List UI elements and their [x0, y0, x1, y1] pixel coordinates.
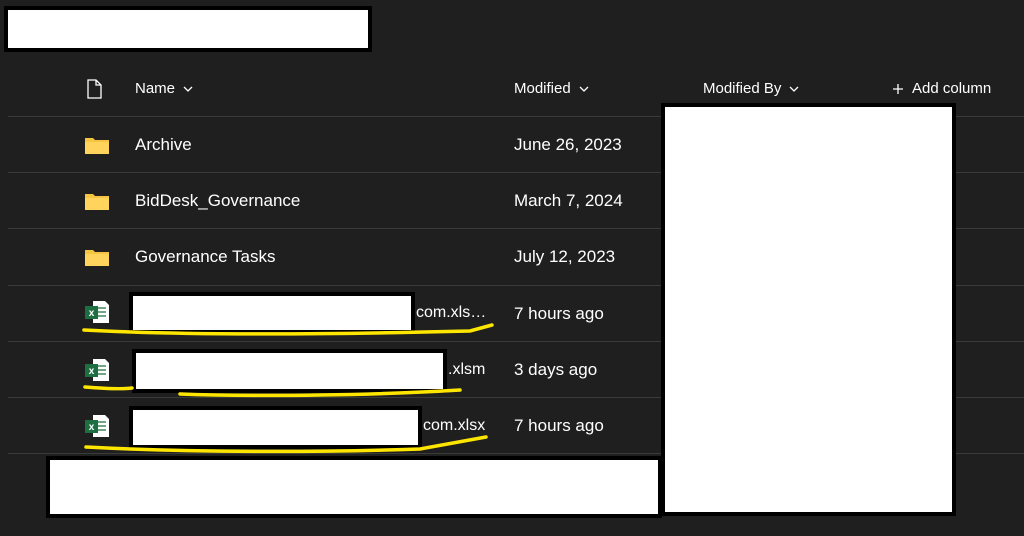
chevron-down-icon — [579, 86, 589, 92]
add-column-label: Add column — [912, 80, 992, 97]
item-name[interactable]: Governance Tasks — [135, 229, 275, 285]
chevron-down-icon — [789, 86, 799, 92]
redacted-footer — [46, 456, 662, 518]
excel-file-icon: x — [85, 359, 109, 381]
svg-text:x: x — [89, 308, 95, 319]
file-name-suffix[interactable]: .xlsm — [448, 361, 485, 379]
excel-file-icon: x — [85, 301, 109, 323]
redacted-title — [4, 6, 372, 52]
excel-file-icon: x — [85, 415, 109, 437]
redacted-file-name — [132, 349, 447, 393]
item-modified: July 12, 2023 — [514, 247, 616, 266]
column-header-modified-label: Modified — [514, 80, 571, 97]
redacted-file-name — [129, 292, 415, 334]
item-modified: 7 hours ago — [514, 416, 604, 435]
file-list-view: Name Modified Modified By Add column Arc… — [0, 0, 1024, 536]
item-modified: March 7, 2024 — [514, 191, 623, 210]
folder-icon — [85, 250, 109, 266]
svg-text:x: x — [89, 366, 95, 377]
document-icon[interactable] — [86, 79, 102, 99]
column-header-modified-by[interactable]: Modified By — [703, 80, 799, 97]
file-name-suffix[interactable]: com.xls… — [416, 304, 486, 322]
redacted-file-name — [129, 406, 422, 449]
column-header-name-label: Name — [135, 80, 176, 97]
svg-text:x: x — [89, 422, 95, 433]
item-modified: 3 days ago — [514, 360, 598, 379]
folder-icon — [85, 194, 109, 210]
item-modified: 7 hours ago — [514, 304, 604, 323]
item-name[interactable]: BidDesk_Governance — [135, 173, 300, 229]
item-name[interactable]: Archive — [135, 117, 192, 173]
folder-icon — [85, 138, 109, 154]
column-header-modified-by-label: Modified By — [703, 80, 782, 97]
item-modified: June 26, 2023 — [514, 135, 622, 154]
column-header-name[interactable]: Name — [135, 80, 193, 97]
add-column-button[interactable]: Add column — [892, 80, 991, 97]
chevron-down-icon — [183, 86, 193, 92]
redacted-modified-by-column — [661, 103, 956, 516]
column-header-modified[interactable]: Modified — [514, 80, 589, 97]
plus-icon — [893, 83, 903, 94]
file-name-suffix[interactable]: com.xlsx — [423, 417, 485, 435]
